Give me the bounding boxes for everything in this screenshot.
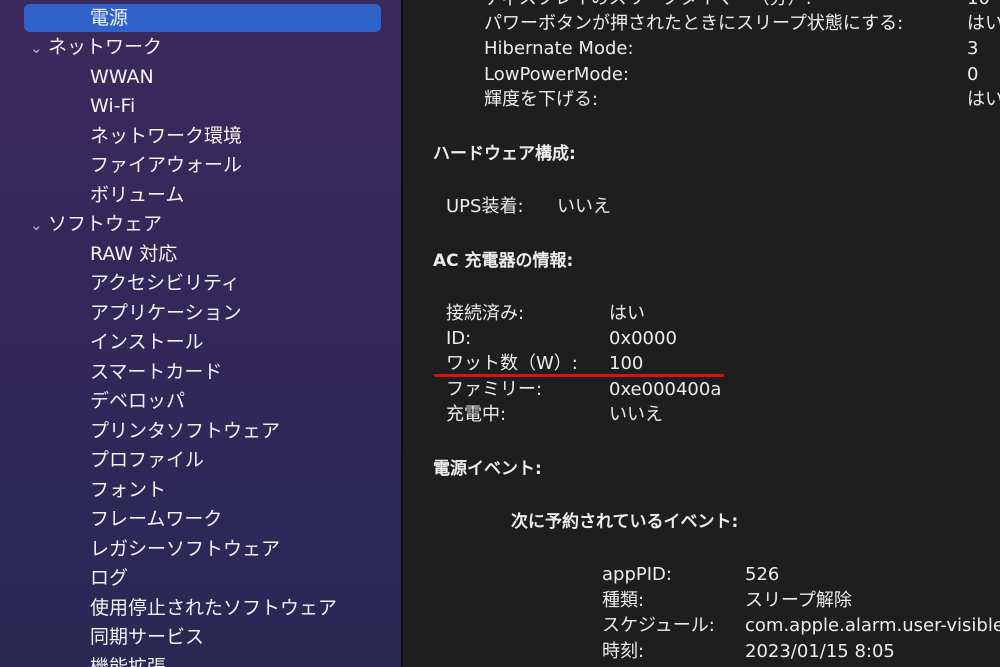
- event-value: com.apple.alarm.user-visible: [745, 615, 1000, 636]
- setting-label: ディスプレイのスリープタイマー（分）:: [484, 0, 812, 10]
- ups-label: UPS装着:: [446, 196, 524, 217]
- setting-value: はい: [967, 13, 1000, 34]
- sidebar-item-wwan[interactable]: WWAN: [90, 65, 154, 89]
- event-value: スリープ解除: [745, 590, 852, 611]
- ups-value: いいえ: [557, 196, 611, 217]
- sidebar-item-power[interactable]: 電源: [90, 6, 128, 30]
- section-title-hardware: ハードウェア構成:: [433, 144, 576, 164]
- charger-label: ワット数（W）:: [446, 353, 578, 374]
- sidebar-item-smart-cards[interactable]: スマートカード: [90, 360, 222, 384]
- sidebar-group-label: ネットワーク: [48, 36, 163, 58]
- charger-label: ID:: [446, 328, 472, 349]
- event-value: 526: [745, 564, 780, 585]
- charger-label: 接続済み:: [446, 303, 525, 324]
- sidebar-item-legacy-software[interactable]: レガシーソフトウェア: [90, 537, 280, 561]
- setting-label: パワーボタンが押されたときにスリープ状態にする:: [484, 13, 904, 34]
- sidebar-group-software[interactable]: ⌄ ソフトウェア: [30, 212, 162, 237]
- sidebar-item-volumes[interactable]: ボリューム: [90, 183, 184, 207]
- setting-value: 10: [967, 0, 990, 10]
- sidebar-selection-highlight: [24, 4, 381, 32]
- sidebar-item-accessibility[interactable]: アクセシビリティ: [90, 271, 240, 295]
- sidebar-item-frameworks[interactable]: フレームワーク: [90, 507, 222, 531]
- chevron-down-icon: ⌄: [30, 216, 43, 234]
- chevron-down-icon: ⌄: [30, 39, 43, 57]
- sidebar-group-label: ソフトウェア: [48, 213, 163, 235]
- charger-label: 充電中:: [446, 404, 507, 425]
- charger-value: はい: [609, 303, 645, 324]
- sidebar-item-raw[interactable]: RAW 対応: [90, 242, 177, 266]
- setting-value: 3: [967, 38, 979, 59]
- event-label: appPID:: [602, 564, 672, 585]
- sidebar-item-sync-services[interactable]: 同期サービス: [90, 625, 204, 649]
- sidebar-group-network[interactable]: ⌄ ネットワーク: [30, 35, 162, 60]
- sidebar-item-applications[interactable]: アプリケーション: [90, 301, 242, 325]
- setting-label: 輝度を下げる:: [484, 89, 599, 110]
- charger-value: 0xe000400a: [609, 379, 722, 400]
- sidebar-item-firewall[interactable]: ファイアウォール: [90, 153, 242, 177]
- charger-value: 100: [609, 353, 644, 374]
- sidebar: 電源 ⌄ ネットワーク WWAN Wi-Fi ネットワーク環境 ファイアウォール …: [0, 0, 401, 667]
- section-title-power-events: 電源イベント:: [433, 459, 542, 479]
- section-title-ac-charger: AC 充電器の情報:: [433, 251, 574, 271]
- sidebar-item-printer-software[interactable]: プリンタソフトウェア: [90, 419, 280, 443]
- sidebar-item-disabled-software[interactable]: 使用停止されたソフトウェア: [90, 596, 337, 620]
- highlight-underline: [434, 374, 724, 377]
- event-label: 種類:: [602, 590, 645, 611]
- charger-label: ファミリー:: [446, 379, 543, 400]
- charger-value: 0x0000: [609, 328, 677, 349]
- sidebar-item-fonts[interactable]: フォント: [90, 478, 166, 502]
- setting-label: LowPowerMode:: [484, 64, 629, 85]
- sidebar-item-wifi[interactable]: Wi-Fi: [90, 94, 135, 118]
- charger-value: いいえ: [609, 404, 663, 425]
- sidebar-item-network-locations[interactable]: ネットワーク環境: [90, 124, 242, 148]
- setting-label: Hibernate Mode:: [484, 38, 634, 59]
- setting-value: 0: [967, 64, 979, 85]
- sidebar-item-profiles[interactable]: プロファイル: [90, 448, 204, 472]
- setting-value: はい: [967, 89, 1000, 110]
- section-subtitle-next-event: 次に予約されているイベント:: [511, 512, 739, 532]
- event-label: 時刻:: [602, 641, 645, 662]
- event-value: 2023/01/15 8:05: [745, 641, 895, 662]
- sidebar-item-extensions[interactable]: 機能拡張: [90, 655, 166, 667]
- sidebar-item-installations[interactable]: インストール: [90, 330, 204, 354]
- sidebar-item-developer[interactable]: デベロッパ: [90, 389, 185, 413]
- event-label: スケジュール:: [602, 615, 715, 636]
- sidebar-item-logs[interactable]: ログ: [90, 566, 128, 590]
